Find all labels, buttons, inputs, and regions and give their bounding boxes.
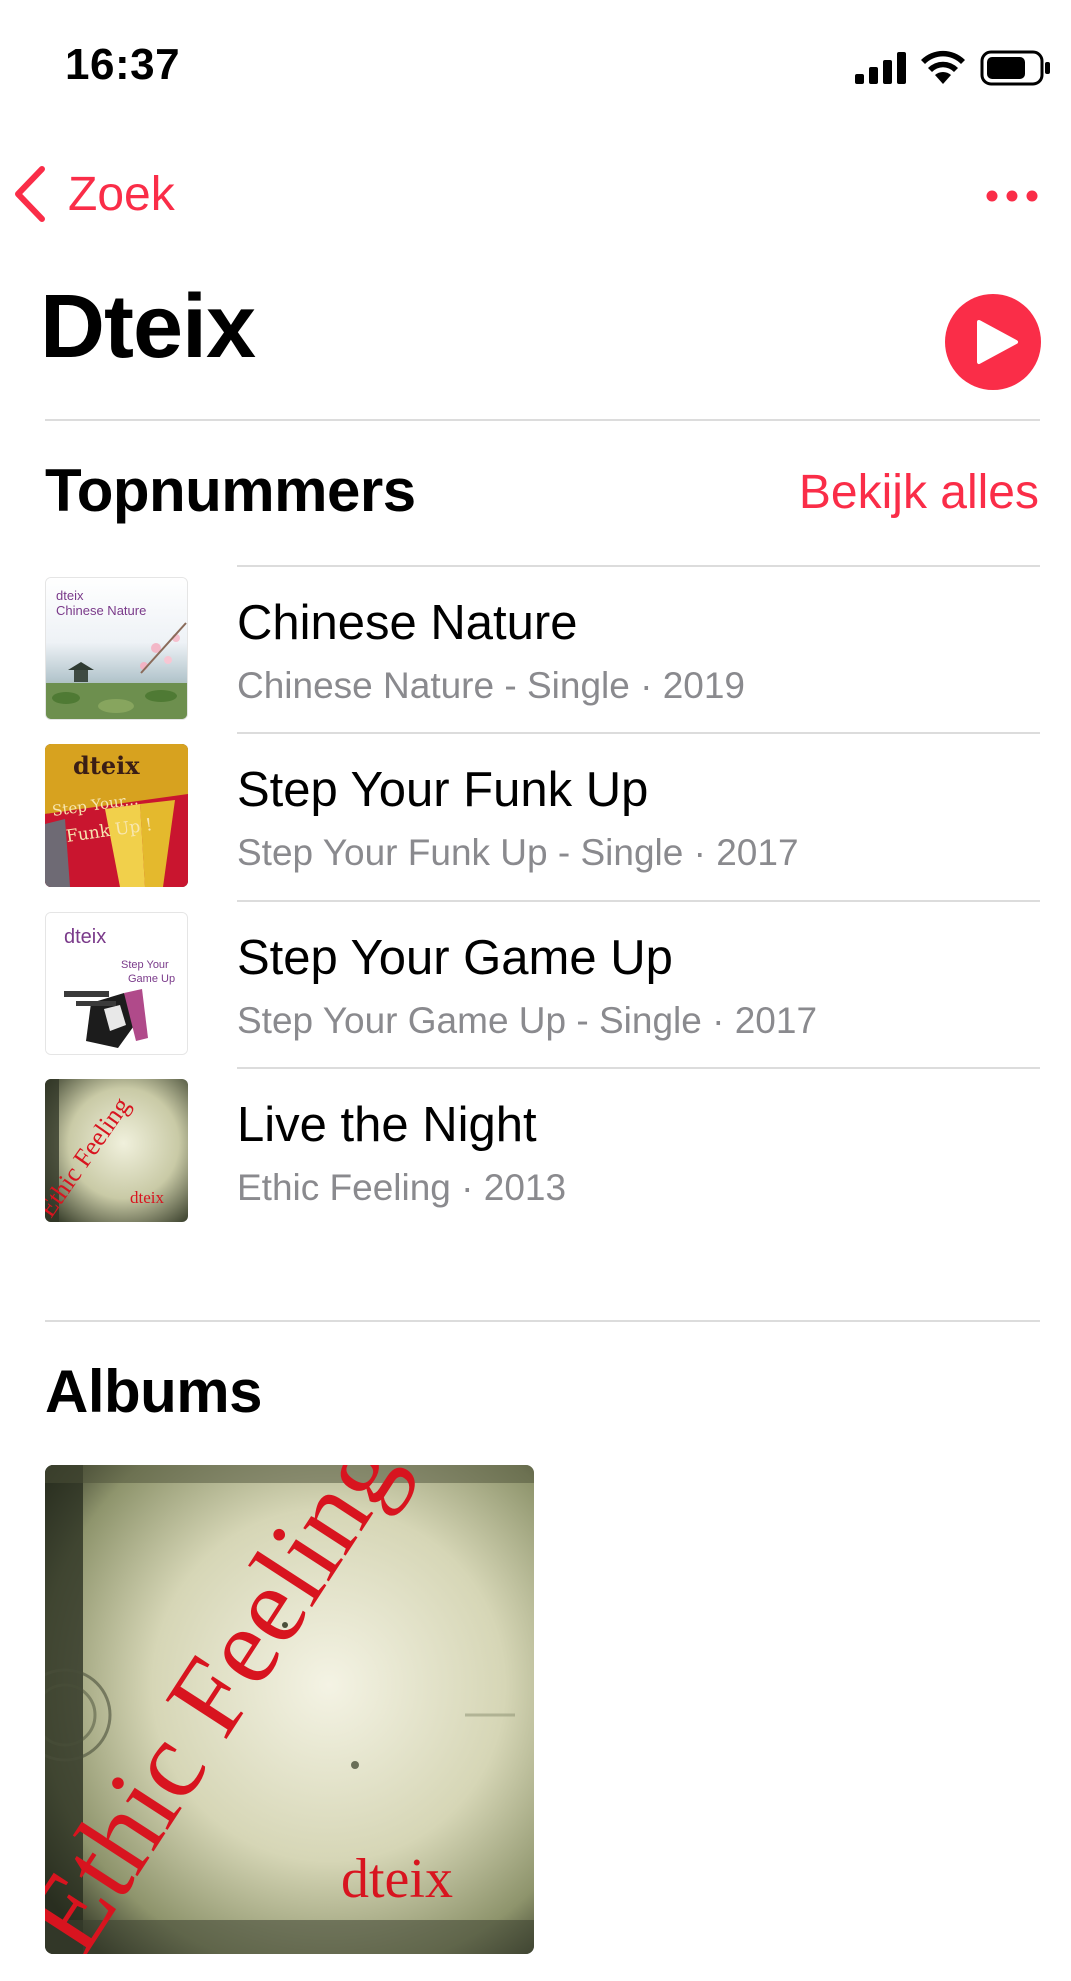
song-row[interactable]: dteix Step Your... Funk Up ! Step Your F… [45, 732, 1040, 898]
artwork-text: dteix [64, 926, 106, 948]
back-button[interactable]: Zoek [10, 165, 175, 223]
artwork-text: Game Up [128, 973, 175, 985]
song-title: Step Your Game Up [237, 931, 673, 985]
song-subtitle: Chinese Nature - Single · 2019 [237, 665, 746, 706]
album-artwork[interactable]: Ethic Feeling dteix [45, 1465, 534, 1954]
top-songs-heading: Topnummers [45, 457, 416, 524]
song-row[interactable]: dteix Chinese Nature Chinese Nature Chin… [45, 565, 1040, 731]
song-title: Chinese Nature [237, 596, 578, 650]
artwork-text: dteix [130, 1188, 164, 1207]
song-subtitle: Step Your Game Up - Single · 2017 [237, 1000, 818, 1041]
play-button[interactable] [945, 294, 1041, 390]
artwork-text: dteix [56, 588, 84, 603]
song-artwork: Ethic Feeling dteix [45, 1079, 188, 1222]
song-row[interactable]: dteix Step Your Game Up Step Your Game U… [45, 900, 1040, 1066]
row-divider [237, 565, 1040, 567]
section-divider [45, 419, 1040, 421]
song-subtitle: Ethic Feeling · 2013 [237, 1167, 567, 1208]
chevron-left-icon [15, 166, 45, 222]
album-artwork-text: dteix [341, 1848, 453, 1910]
row-divider [237, 900, 1040, 902]
song-subtitle: Step Your Funk Up - Single · 2017 [237, 832, 799, 873]
row-divider [237, 1067, 1040, 1069]
more-options-icon[interactable] [982, 176, 1042, 216]
artwork-text: Step Your [121, 959, 169, 971]
see-all-link[interactable]: Bekijk alles [799, 465, 1039, 520]
song-artwork: dteix Chinese Nature [45, 577, 188, 720]
artwork-text: dteix [73, 751, 140, 780]
artwork-text: Chinese Nature [56, 603, 146, 618]
song-title: Step Your Funk Up [237, 763, 649, 817]
status-time: 16:37 [65, 40, 181, 89]
section-divider [45, 1320, 1040, 1322]
song-artwork: dteix Step Your... Funk Up ! [45, 744, 188, 887]
play-icon [977, 320, 1018, 364]
song-title: Live the Night [237, 1098, 537, 1152]
artist-name: Dteix [40, 277, 256, 377]
battery-icon [980, 50, 1050, 86]
row-divider [237, 732, 1040, 734]
cellular-signal-icon [855, 52, 906, 84]
albums-heading: Albums [45, 1358, 263, 1425]
back-label: Zoek [68, 167, 175, 221]
song-artwork: dteix Step Your Game Up [45, 912, 188, 1055]
song-row[interactable]: Ethic Feeling dteix Live the Night Ethic… [45, 1067, 1040, 1233]
wifi-icon [921, 50, 965, 84]
